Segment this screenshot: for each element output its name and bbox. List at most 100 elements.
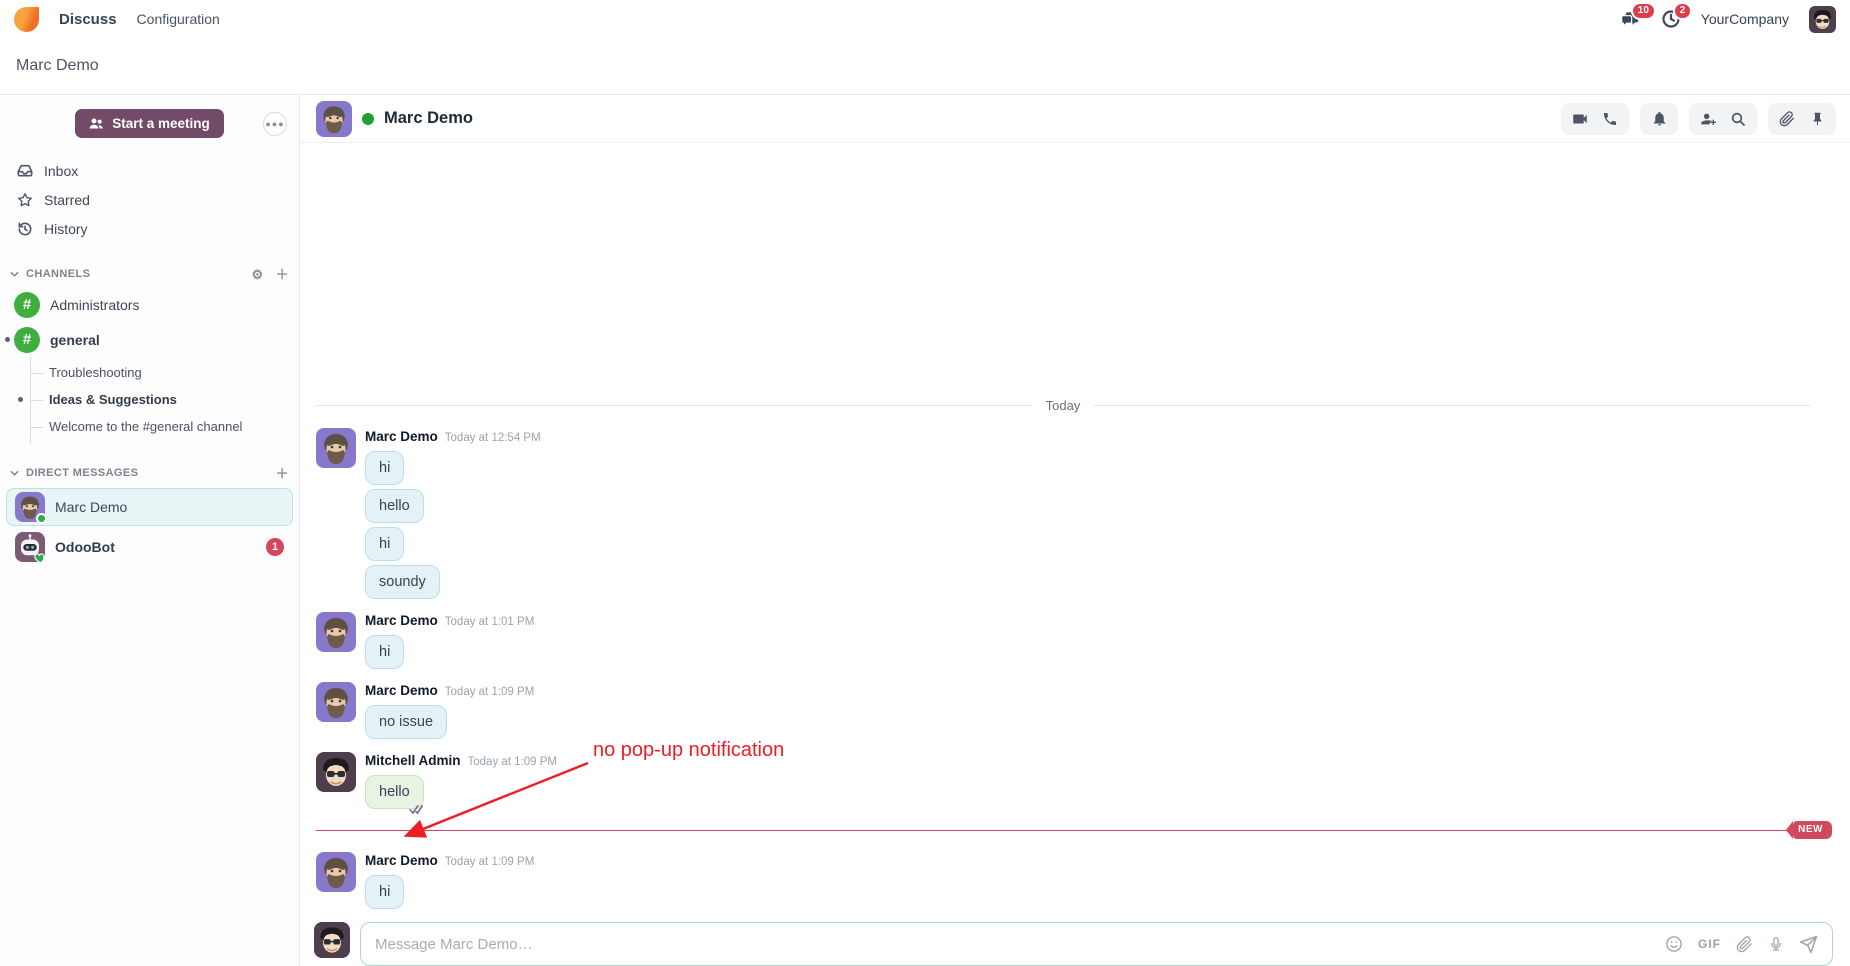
dm-header-label[interactable]: DIRECT MESSAGES xyxy=(26,467,138,479)
sidebar-dm-odoobot[interactable]: OdooBot 1 xyxy=(6,528,293,566)
message-timestamp: Today at 1:09 PM xyxy=(444,856,535,868)
sidebar-item-history[interactable]: History xyxy=(0,214,299,243)
message-author[interactable]: Marc Demo xyxy=(365,682,438,699)
history-icon xyxy=(18,222,32,235)
channel-hash-icon: # xyxy=(14,326,40,353)
message-bubble[interactable]: hi xyxy=(365,527,405,561)
chat-actions xyxy=(1561,102,1836,135)
chevron-down-icon[interactable] xyxy=(10,470,19,476)
avatar[interactable] xyxy=(316,100,352,137)
message-group: Mitchell Admin Today at 1:09 PM hello xyxy=(316,752,1810,814)
sidebar-dm-marc-demo[interactable]: Marc Demo xyxy=(6,488,293,526)
channels-header-label[interactable]: CHANNELS xyxy=(26,268,90,280)
online-status-dot xyxy=(36,513,47,524)
notification-settings-button[interactable] xyxy=(1644,106,1674,132)
direct-messages-section-header: DIRECT MESSAGES ＋ xyxy=(0,460,299,486)
message-bubble[interactable]: hello xyxy=(365,489,424,523)
paperclip-icon xyxy=(1736,935,1752,952)
attachments-button[interactable] xyxy=(1772,106,1802,132)
message-input[interactable] xyxy=(375,935,1651,953)
start-meeting-button[interactable]: Start a meeting xyxy=(75,109,224,138)
chat-header: Marc Demo xyxy=(300,95,1850,143)
sidebar-item-label: History xyxy=(44,220,88,237)
message-bubble[interactable]: hi xyxy=(365,875,405,909)
pinned-messages-button[interactable] xyxy=(1802,106,1832,132)
emoji-button[interactable] xyxy=(1665,935,1683,953)
message-author[interactable]: Mitchell Admin xyxy=(365,752,461,769)
annotation-text: no pop-up notification xyxy=(593,739,785,761)
message-list[interactable]: Today Marc Demo Today at 12:54 PM hi hel… xyxy=(300,143,1850,917)
avatar[interactable] xyxy=(316,682,356,722)
add-channel-icon[interactable]: ＋ xyxy=(276,268,289,281)
channels-settings-gear-icon[interactable]: ⚙ xyxy=(252,268,264,281)
composer-input-wrap[interactable]: GIF xyxy=(360,922,1833,966)
seen-double-check-icon xyxy=(408,805,423,814)
search-messages-button[interactable] xyxy=(1723,106,1753,132)
sidebar-channel-administrators[interactable]: # Administrators xyxy=(0,287,299,322)
online-status-dot xyxy=(362,112,374,125)
new-messages-badge: NEW xyxy=(1786,821,1832,839)
message-group: Marc Demo Today at 1:09 PM no issue xyxy=(316,682,1810,739)
navbar-systray: 10 2 YourCompany xyxy=(1619,2,1836,33)
breadcrumb[interactable]: Marc Demo xyxy=(16,57,99,75)
message-bubble[interactable]: soundy xyxy=(365,565,440,599)
message-text: hello xyxy=(379,784,410,800)
chat-panel: Marc Demo Today Marc Demo Today at 12:54… xyxy=(300,95,1850,966)
chat-title[interactable]: Marc Demo xyxy=(384,109,473,128)
search-icon xyxy=(1731,112,1745,126)
sidebar-item-label: Inbox xyxy=(44,162,79,179)
message-group: Marc Demo Today at 1:09 PM hi xyxy=(316,852,1810,909)
message-timestamp: Today at 1:09 PM xyxy=(444,686,535,698)
paperclip-icon xyxy=(1779,110,1794,126)
avatar[interactable] xyxy=(316,752,356,792)
channel-hash-icon: # xyxy=(14,291,40,318)
messages-systray-button[interactable]: 10 xyxy=(1619,2,1656,29)
avatar[interactable] xyxy=(316,852,356,892)
dm-name: OdooBot xyxy=(55,539,115,555)
message-composer: GIF xyxy=(300,917,1850,966)
avatar[interactable] xyxy=(316,428,356,468)
sidebar-item-starred[interactable]: Starred xyxy=(0,185,299,214)
star-icon xyxy=(18,192,32,206)
message-bubble[interactable]: no issue xyxy=(365,705,448,739)
message-author[interactable]: Marc Demo xyxy=(365,612,438,629)
add-direct-message-icon[interactable]: ＋ xyxy=(276,467,289,480)
gif-button[interactable]: GIF xyxy=(1698,937,1721,951)
activities-systray-button[interactable]: 2 xyxy=(1661,2,1693,29)
user-menu-avatar[interactable] xyxy=(1809,5,1836,33)
sidebar-item-inbox[interactable]: Inbox xyxy=(0,156,299,185)
voice-call-button[interactable] xyxy=(1595,106,1625,132)
company-name[interactable]: YourCompany xyxy=(1701,11,1789,27)
add-member-button[interactable] xyxy=(1693,106,1723,132)
phone-icon xyxy=(1604,112,1616,125)
menu-configuration[interactable]: Configuration xyxy=(137,11,220,27)
sidebar-options-button[interactable]: ●●● xyxy=(263,111,287,136)
message-timestamp: Today at 12:54 PM xyxy=(444,432,541,444)
sidebar-thread-welcome[interactable]: Welcome to the #general channel xyxy=(31,413,299,440)
thread-name: Troubleshooting xyxy=(49,365,142,380)
video-call-button[interactable] xyxy=(1565,106,1595,132)
app-name[interactable]: Discuss xyxy=(59,11,117,28)
thread-name: Ideas & Suggestions xyxy=(49,392,177,407)
message-bubble[interactable]: hi xyxy=(365,635,405,669)
top-navbar: Discuss Configuration 10 2 YourCompany xyxy=(0,0,1850,38)
message-bubble[interactable]: hello xyxy=(365,775,424,814)
message-author[interactable]: Marc Demo xyxy=(365,428,438,445)
avatar[interactable] xyxy=(316,612,356,652)
video-icon xyxy=(1573,114,1587,123)
unread-dot xyxy=(5,337,10,342)
message-group: Marc Demo Today at 1:01 PM hi xyxy=(316,612,1810,669)
channel-name: Administrators xyxy=(50,296,140,313)
sidebar-thread-ideas[interactable]: Ideas & Suggestions xyxy=(18,386,299,413)
chevron-down-icon[interactable] xyxy=(10,271,19,277)
voice-message-button[interactable] xyxy=(1768,935,1784,953)
avatar xyxy=(314,922,350,958)
send-button[interactable] xyxy=(1799,935,1818,954)
attach-file-button[interactable] xyxy=(1736,935,1753,953)
message-timestamp: Today at 1:09 PM xyxy=(467,756,558,768)
sidebar-channel-general[interactable]: # general xyxy=(0,322,299,357)
message-bubble[interactable]: hi xyxy=(365,451,405,485)
channel-threads-list: Troubleshooting Ideas & Suggestions Welc… xyxy=(18,357,299,444)
message-author[interactable]: Marc Demo xyxy=(365,852,438,869)
sidebar-thread-troubleshooting[interactable]: Troubleshooting xyxy=(31,359,299,386)
